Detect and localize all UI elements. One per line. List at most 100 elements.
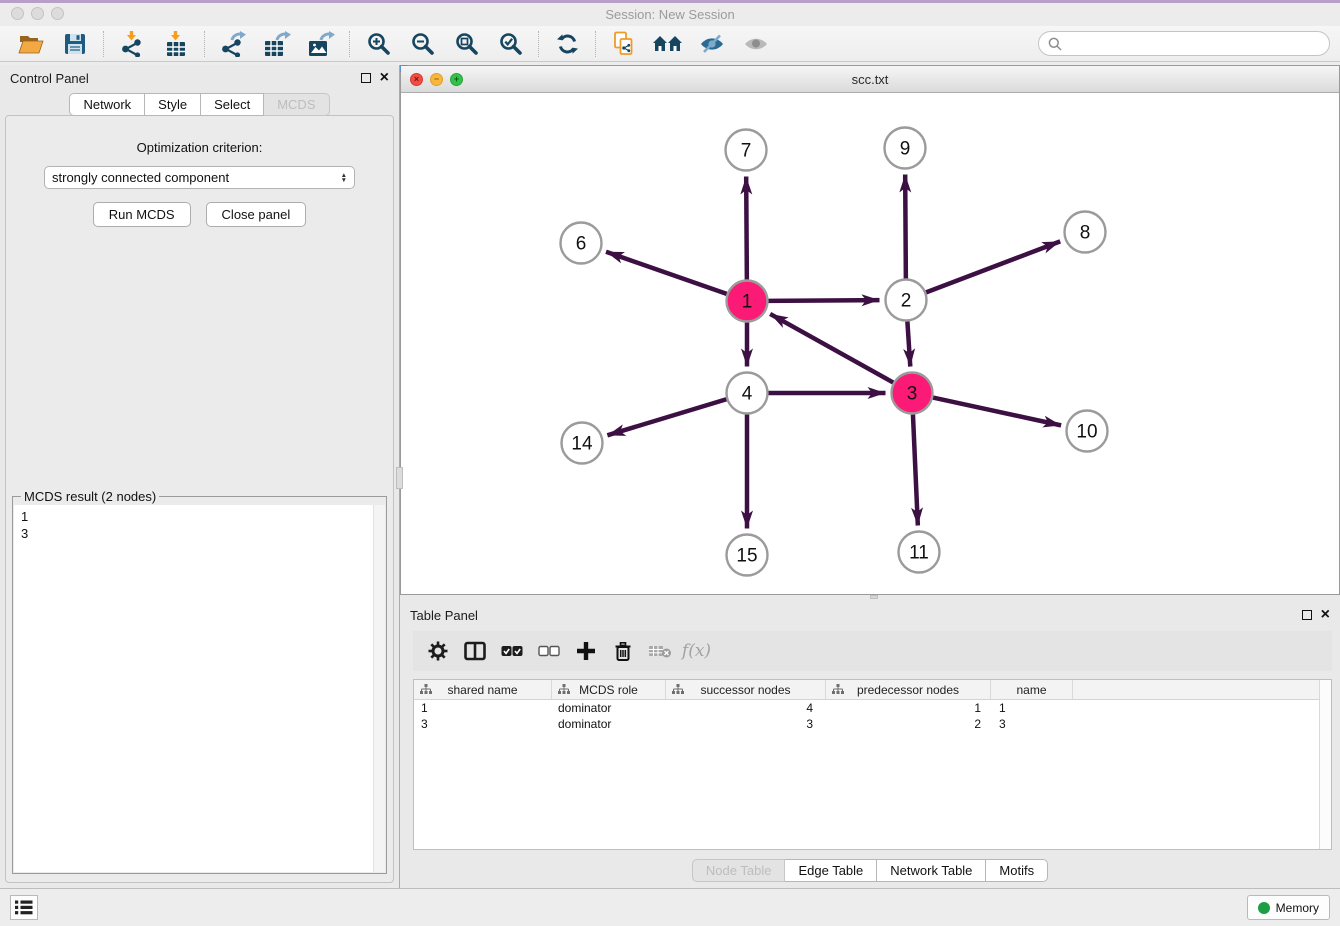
column-header-predecessor-nodes[interactable]: predecessor nodes <box>826 680 991 699</box>
fx-icon: f(x) <box>682 641 711 661</box>
hide-selected-button[interactable] <box>691 28 733 60</box>
table-cell[interactable]: 3 <box>666 717 826 731</box>
tab-network[interactable]: Network <box>69 93 145 116</box>
edge-1-7[interactable] <box>746 176 747 279</box>
export-network-button[interactable] <box>212 28 254 60</box>
node-1[interactable]: 1 <box>727 281 768 322</box>
edge-3-1[interactable] <box>770 314 893 383</box>
search-field[interactable] <box>1038 31 1330 56</box>
node-14[interactable]: 14 <box>562 423 603 464</box>
select-all-columns-button[interactable] <box>495 636 528 666</box>
node-3[interactable]: 3 <box>892 373 933 414</box>
import-network-button[interactable] <box>111 28 153 60</box>
create-column-button[interactable] <box>569 636 602 666</box>
tab-edge-table[interactable]: Edge Table <box>785 859 877 882</box>
delete-table-button-disabled[interactable] <box>643 636 676 666</box>
clone-network-button[interactable] <box>603 28 645 60</box>
node-7[interactable]: 7 <box>726 130 767 171</box>
horizontal-splitter[interactable] <box>400 595 1340 599</box>
table-cell[interactable]: 1 <box>826 701 991 715</box>
unselect-all-columns-button[interactable] <box>532 636 565 666</box>
tab-style[interactable]: Style <box>145 93 201 116</box>
edge-1-6[interactable] <box>606 252 727 294</box>
table-cell[interactable]: dominator <box>552 717 666 731</box>
hierarchy-icon <box>558 684 570 695</box>
criterion-dropdown[interactable]: strongly connected component ▲▼ <box>44 166 355 189</box>
node-9[interactable]: 9 <box>885 128 926 169</box>
node-10[interactable]: 10 <box>1067 411 1108 452</box>
network-maximize-button[interactable]: + <box>450 73 463 86</box>
node-6[interactable]: 6 <box>561 223 602 264</box>
node-4[interactable]: 4 <box>727 373 768 414</box>
run-mcds-button[interactable]: Run MCDS <box>93 202 191 227</box>
node-15[interactable]: 15 <box>727 535 768 576</box>
columns-icon <box>464 641 486 661</box>
tab-network-table[interactable]: Network Table <box>877 859 986 882</box>
memory-button[interactable]: Memory <box>1247 895 1330 920</box>
network-minimize-button[interactable]: − <box>430 73 443 86</box>
mcds-result-text[interactable]: 1 3 <box>14 505 373 872</box>
tab-mcds[interactable]: MCDS <box>264 93 329 116</box>
task-history-button[interactable] <box>10 895 38 920</box>
tab-motifs[interactable]: Motifs <box>986 859 1048 882</box>
network-canvas[interactable]: 7 9 6 8 1 2 4 3 14 10 15 11 <box>401 93 1339 594</box>
close-panel-icon[interactable]: × <box>380 72 389 84</box>
tab-node-table[interactable]: Node Table <box>692 859 786 882</box>
table-row[interactable]: 1dominator411 <box>414 700 1331 716</box>
table-cell[interactable]: dominator <box>552 701 666 715</box>
table-cell[interactable]: 3 <box>414 717 552 731</box>
close-window-button[interactable] <box>11 7 24 20</box>
network-close-button[interactable]: × <box>410 73 423 86</box>
zoom-out-button[interactable] <box>401 28 443 60</box>
edge-3-10[interactable] <box>933 398 1061 426</box>
zoom-in-button[interactable] <box>357 28 399 60</box>
import-table-button[interactable] <box>155 28 197 60</box>
maximize-window-button[interactable] <box>51 7 64 20</box>
column-header-shared-name[interactable]: shared name <box>414 680 552 699</box>
split-columns-button[interactable] <box>458 636 491 666</box>
refresh-view-button[interactable] <box>546 28 588 60</box>
node-2[interactable]: 2 <box>886 280 927 321</box>
function-builder-button-disabled[interactable]: f(x) <box>680 636 713 666</box>
column-header-mcds-role[interactable]: MCDS role <box>552 680 666 699</box>
column-header-successor-nodes[interactable]: successor nodes <box>666 680 826 699</box>
float-panel-icon[interactable] <box>361 73 371 83</box>
edge-4-14[interactable] <box>607 399 726 435</box>
edge-2-8[interactable] <box>926 241 1060 292</box>
table-cell[interactable]: 3 <box>991 717 1073 731</box>
edge-2-3[interactable] <box>907 321 910 366</box>
close-table-panel-icon[interactable]: × <box>1321 609 1330 621</box>
close-panel-button[interactable]: Close panel <box>206 202 307 227</box>
export-table-button[interactable] <box>256 28 298 60</box>
column-header-name[interactable]: name <box>991 680 1073 699</box>
table-cell[interactable]: 4 <box>666 701 826 715</box>
table-cell[interactable]: 1 <box>991 701 1073 715</box>
edge-3-11[interactable] <box>913 414 918 525</box>
float-table-panel-icon[interactable] <box>1302 610 1312 620</box>
table-row[interactable]: 3dominator323 <box>414 716 1331 732</box>
node-label: 1 <box>742 292 753 313</box>
save-session-button[interactable] <box>54 28 96 60</box>
export-image-button[interactable] <box>300 28 342 60</box>
network-window-titlebar[interactable]: × − + scc.txt <box>401 66 1339 93</box>
table-scrollbar[interactable] <box>1319 680 1331 849</box>
first-neighbors-button[interactable] <box>647 28 689 60</box>
result-scrollbar[interactable] <box>373 505 385 872</box>
network-graph[interactable]: 7 9 6 8 1 2 4 3 14 10 15 11 <box>401 93 1339 594</box>
zoom-selected-button[interactable] <box>489 28 531 60</box>
node-11[interactable]: 11 <box>899 532 940 573</box>
tab-select[interactable]: Select <box>201 93 264 116</box>
table-settings-button[interactable] <box>421 636 454 666</box>
search-input[interactable] <box>1067 36 1320 51</box>
minimize-window-button[interactable] <box>31 7 44 20</box>
zoom-fit-button[interactable] <box>445 28 487 60</box>
delete-column-button[interactable] <box>606 636 639 666</box>
show-hidden-button[interactable] <box>735 28 777 60</box>
panel-splitter-grip[interactable] <box>396 467 403 489</box>
edge-1-2[interactable] <box>768 300 879 301</box>
table-cell[interactable]: 1 <box>414 701 552 715</box>
open-file-button[interactable] <box>10 28 52 60</box>
edge-2-9[interactable] <box>905 174 906 278</box>
table-cell[interactable]: 2 <box>826 717 991 731</box>
node-8[interactable]: 8 <box>1065 212 1106 253</box>
